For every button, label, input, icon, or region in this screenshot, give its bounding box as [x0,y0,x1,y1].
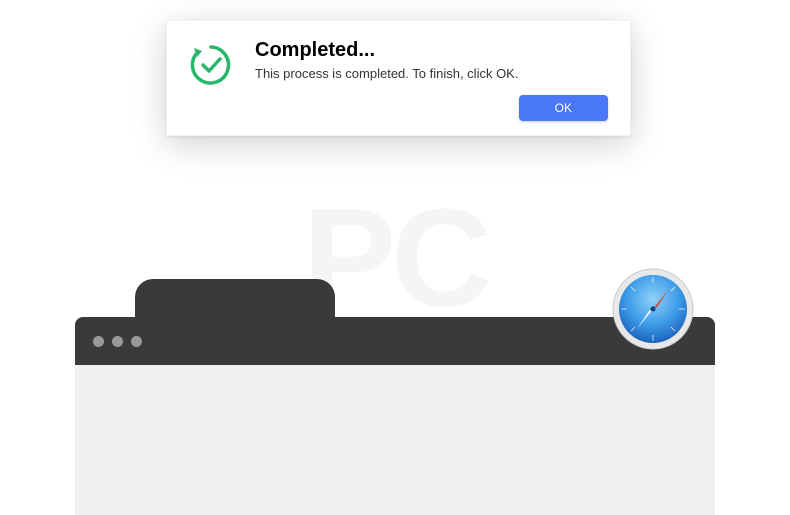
window-controls[interactable] [93,336,142,347]
dialog-title: Completed... [255,39,608,62]
dialog-message: This process is completed. To finish, cl… [255,66,608,81]
close-dot-icon[interactable] [93,336,104,347]
dialog-actions: OK [255,95,608,121]
safari-compass-icon [611,267,695,351]
browser-viewport [75,365,715,515]
checkmark-refresh-icon [189,43,233,92]
minimize-dot-icon[interactable] [112,336,123,347]
completion-dialog: Completed... This process is completed. … [166,20,631,136]
zoom-dot-icon[interactable] [131,336,142,347]
ok-button[interactable]: OK [519,95,608,121]
dialog-content: Completed... This process is completed. … [255,39,608,121]
